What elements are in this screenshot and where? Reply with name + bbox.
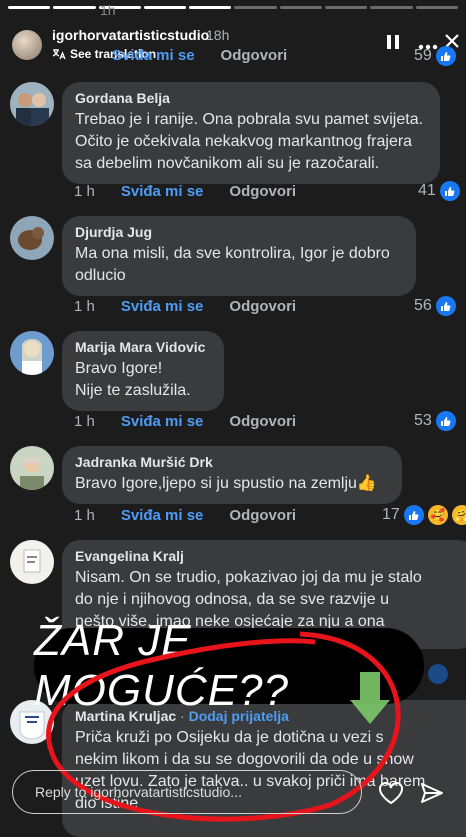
avatar[interactable] — [10, 331, 54, 375]
comment-line: Očito je očekivala nekakvog markantnog f… — [75, 133, 413, 150]
comment-time: 1 h — [74, 298, 95, 315]
reaction-count[interactable]: 17 🥰 🤗 — [382, 505, 466, 525]
hug-emoji-icon: 🥰 — [427, 505, 448, 525]
comment-bubble: Gordana Belja Trebao je i ranije. Ona po… — [62, 82, 440, 184]
comment-actions: 1 h Sviđa mi se Odgovori — [74, 413, 296, 430]
comment-line: Trebao je i ranije. Ona pobrala svu pame… — [75, 111, 424, 128]
avatar[interactable] — [10, 216, 54, 260]
arrow-down-icon — [350, 672, 390, 724]
avatar[interactable] — [10, 82, 54, 126]
reaction-number: 59 — [414, 47, 432, 64]
progress-segment — [143, 6, 187, 9]
progress-segment — [234, 6, 277, 9]
comment-author[interactable]: Jadranka Muršić Drk — [75, 454, 389, 470]
like-button[interactable]: Sviđa mi se — [121, 413, 204, 430]
comment-bubble: Marija Mara Vidovic Bravo Igore! Nije te… — [62, 331, 224, 411]
comment-actions: Sviđa mi se Odgovori — [112, 47, 287, 64]
story-avatar[interactable] — [12, 30, 42, 60]
avatar[interactable] — [10, 540, 54, 584]
like-button[interactable]: Sviđa mi se — [121, 298, 204, 315]
progress-segment — [279, 6, 323, 9]
comment-text: Bravo Igore,ljepo si ju spustio na zemlj… — [75, 473, 389, 495]
comment-text: Ma ona misli, da sve kontrolira, Igor je… — [75, 243, 403, 287]
comment-author[interactable]: Gordana Belja — [75, 90, 427, 106]
reply-button[interactable]: Odgovori — [229, 413, 296, 430]
thumbs-up-icon — [403, 505, 424, 525]
background-time: 1h — [100, 2, 116, 18]
reaction-number: 56 — [414, 297, 432, 314]
reaction-count[interactable]: 56 — [414, 296, 456, 316]
comment-bubble: Djurdja Jug Ma ona misli, da sve kontrol… — [62, 216, 416, 296]
comment-time: 1 h — [74, 413, 95, 430]
comment-line: Bravo Igore! — [75, 360, 163, 377]
care-emoji-icon: 🤗 — [451, 505, 466, 525]
progress-segment — [415, 6, 458, 9]
reply-button[interactable]: Odgovori — [229, 298, 296, 315]
comment-actions: 1 h Sviđa mi se Odgovori — [74, 507, 296, 524]
progress-segment — [53, 6, 96, 9]
progress-segment — [370, 6, 413, 9]
translate-icon — [52, 49, 66, 60]
comment-author[interactable]: Djurdja Jug — [75, 224, 403, 240]
reply-button[interactable]: Odgovori — [221, 47, 288, 64]
like-button[interactable]: Sviđa mi se — [121, 507, 204, 524]
comment-line: Bravo Igore,ljepo si ju spustio na zemlj… — [75, 475, 377, 492]
comment-line: odlucio — [75, 267, 126, 284]
thumbs-up-icon — [439, 181, 460, 201]
reply-button[interactable]: Odgovori — [229, 507, 296, 524]
comment-text: Trebao je i ranije. Ona pobrala svu pame… — [75, 109, 427, 175]
story-username[interactable]: igorhorvatartisticstudio — [52, 27, 209, 43]
reaction-count[interactable]: 59 — [414, 46, 456, 66]
comment-line: sa debelim novčanikom ali su je razočara… — [75, 155, 380, 172]
like-button[interactable]: Sviđa mi se — [121, 183, 204, 200]
progress-segment — [325, 6, 368, 9]
story-progress — [8, 6, 458, 9]
comment-time: 1 h — [74, 183, 95, 200]
comment-author[interactable]: Marija Mara Vidovic — [75, 339, 211, 355]
reaction-count[interactable]: 53 — [414, 411, 456, 431]
progress-segment — [8, 6, 51, 9]
comment-line: Nisam. On se trudio, pokazivao joj da mu… — [75, 569, 422, 586]
progress-segment — [189, 6, 232, 9]
like-button[interactable]: Sviđa mi se — [112, 47, 195, 64]
story-time: 18h — [206, 27, 230, 43]
comment-actions: 1 h Sviđa mi se Odgovori — [74, 298, 296, 315]
reaction-number: 53 — [414, 412, 432, 429]
heart-icon[interactable] — [378, 781, 404, 810]
comment-bubble: Jadranka Muršić Drk Bravo Igore,ljepo si… — [62, 446, 402, 504]
comment-author[interactable]: Evangelina Kralj — [75, 548, 463, 564]
comment-text: Bravo Igore! Nije te zaslužila. — [75, 358, 211, 402]
reply-input[interactable]: Reply to igorhorvatartisticstudio... — [12, 770, 362, 814]
thumbs-up-icon — [435, 296, 456, 316]
thumbs-up-icon — [435, 411, 456, 431]
thumbs-up-icon — [435, 46, 456, 66]
reaction-number: 41 — [418, 182, 436, 199]
send-icon[interactable] — [420, 781, 444, 810]
reaction-count[interactable]: 41 — [418, 181, 460, 201]
comment-time: 1 h — [74, 507, 95, 524]
comment-line: Ma ona misli, da sve kontrolira, Igor je… — [75, 245, 390, 262]
reply-placeholder: Reply to igorhorvatartisticstudio... — [35, 784, 242, 800]
avatar[interactable] — [10, 446, 54, 490]
reply-button[interactable]: Odgovori — [229, 183, 296, 200]
pause-icon[interactable] — [386, 34, 400, 55]
comment-actions: 1 h Sviđa mi se Odgovori — [74, 183, 296, 200]
reaction-number: 17 — [382, 506, 400, 523]
comment-line: Nije te zaslužila. — [75, 382, 191, 399]
